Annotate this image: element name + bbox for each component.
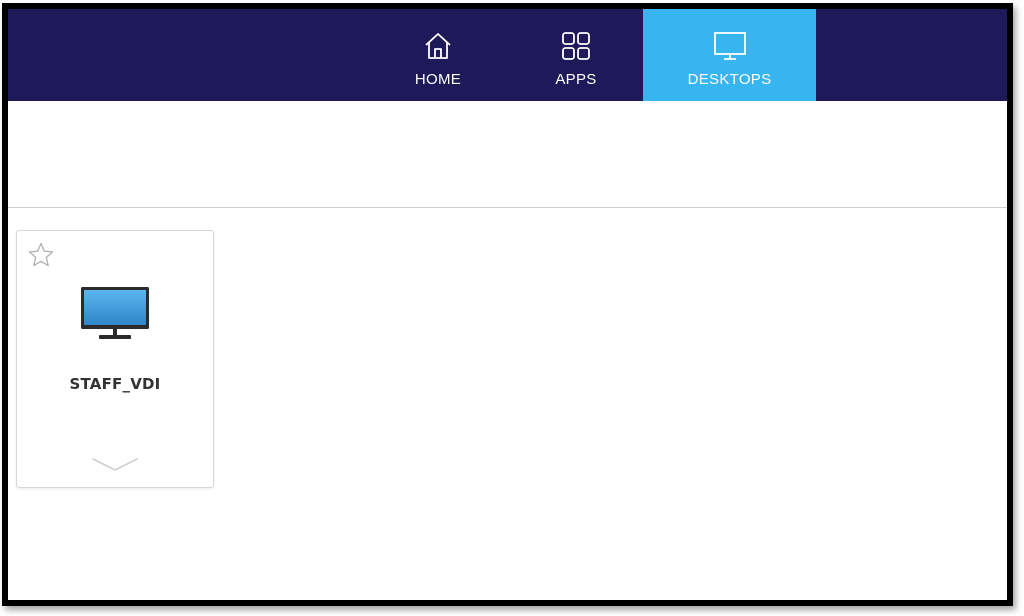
monitor-icon [713, 29, 747, 63]
tab-desktops[interactable]: DESKTOPS [643, 9, 816, 101]
tab-desktops-label: DESKTOPS [687, 71, 772, 88]
home-icon [421, 29, 455, 63]
tab-home-label: HOME [414, 71, 462, 88]
desktop-name-label: STAFF_VDI [69, 375, 161, 393]
chevron-down-icon[interactable] [90, 455, 140, 475]
desktop-monitor-icon [79, 285, 151, 343]
tab-home[interactable]: HOME [390, 9, 486, 101]
desktop-tile-staff-vdi[interactable]: STAFF_VDI [16, 230, 214, 488]
app-window: HOME APPS DESKTOPS STAFF_VDI [2, 3, 1013, 606]
apps-grid-icon [559, 29, 593, 63]
favorite-star-icon[interactable] [27, 241, 55, 269]
tab-apps-label: APPS [555, 71, 597, 88]
top-navigation-bar: HOME APPS DESKTOPS [8, 9, 1007, 101]
toolbar-area [8, 101, 1007, 208]
desktops-grid: STAFF_VDI [8, 208, 1007, 600]
tab-apps[interactable]: APPS [528, 9, 624, 101]
